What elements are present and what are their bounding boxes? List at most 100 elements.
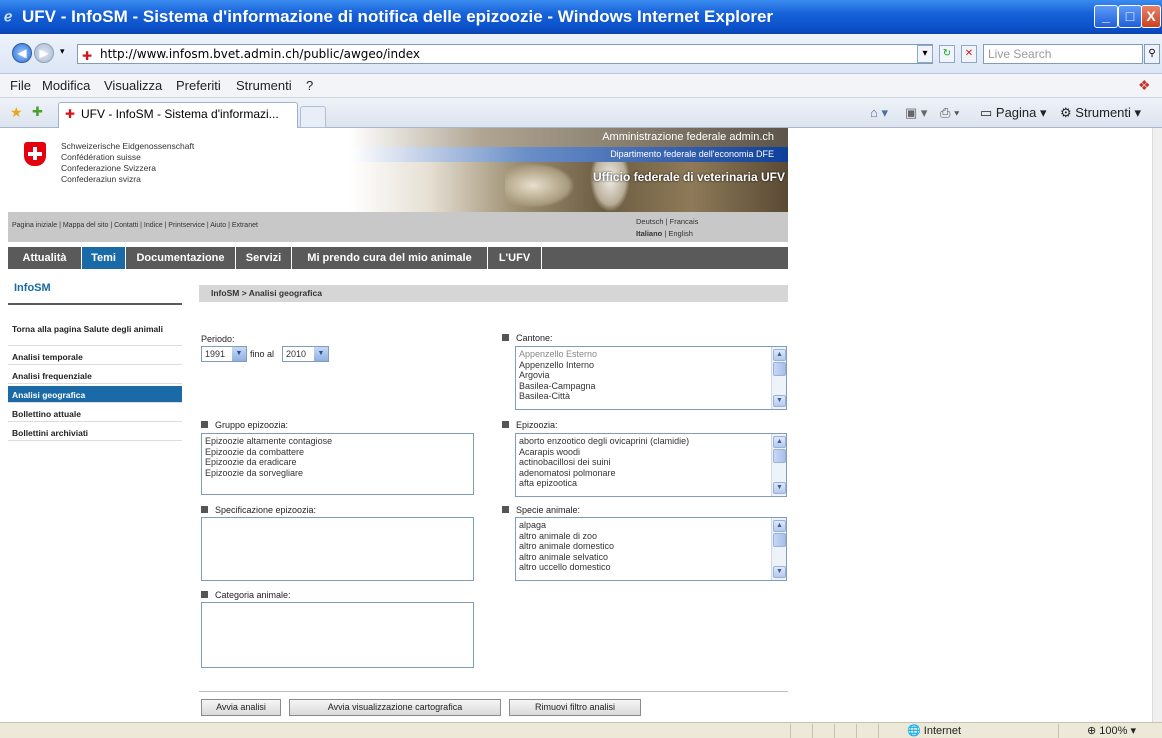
swiss-cross-icon	[24, 142, 46, 166]
menu-strumenti[interactable]: Strumenti	[236, 78, 292, 93]
minimize-button[interactable]: _	[1094, 5, 1118, 28]
home-icon[interactable]: ⌂ ▾	[870, 105, 888, 121]
bullet-icon	[502, 334, 509, 341]
add-favorite-icon[interactable]: ✚	[32, 104, 43, 120]
stop-icon[interactable]: ✕	[961, 45, 977, 63]
menu-file[interactable]: File	[10, 78, 31, 93]
list-item[interactable]: Epizoozie da combattere	[205, 447, 470, 458]
list-item[interactable]: adenomatosi polmonare	[519, 468, 783, 479]
sidebar-item-temporale[interactable]: Analisi temporale	[8, 348, 182, 365]
list-item[interactable]: altro animale domestico	[519, 541, 783, 552]
sidebar-item-geografica[interactable]: Analisi geografica	[8, 386, 182, 403]
menu-modifica[interactable]: Modifica	[42, 78, 90, 93]
sidebar-item-salute[interactable]: Torna alla pagina Salute degli animali	[8, 322, 182, 346]
status-segment	[856, 724, 878, 738]
list-item[interactable]: afta epizootica	[519, 478, 783, 489]
page-scrollbar[interactable]	[1152, 128, 1162, 722]
scroll-thumb[interactable]	[773, 533, 786, 547]
status-segment	[812, 724, 834, 738]
list-item[interactable]: altro uccello domestico	[519, 562, 783, 573]
list-item[interactable]: Basilea-Campagna	[519, 381, 783, 392]
list-item[interactable]: actinobacillosi dei suini	[519, 457, 783, 468]
list-item[interactable]: Acarapis woodi	[519, 447, 783, 458]
feeds-icon[interactable]: ▣ ▾	[905, 105, 927, 121]
site-favicon-icon: ✚	[82, 49, 93, 63]
cantone-label: Cantone:	[502, 333, 553, 343]
sidebar-item-frequenziale[interactable]: Analisi frequenziale	[8, 367, 182, 384]
forward-icon[interactable]: ▶	[34, 43, 54, 63]
zoom-control[interactable]: ⊕ 100% ▾	[1058, 724, 1162, 738]
tools-menu-button[interactable]: ⚙ Strumenti ▾	[1060, 105, 1141, 121]
list-item[interactable]: Basilea-Città	[519, 391, 783, 402]
scroll-down-icon[interactable]: ▼	[773, 395, 786, 407]
window-title-bar[interactable]: ℯ UFV - InfoSM - Sistema d'informazione …	[0, 0, 1162, 34]
search-icon[interactable]: ⚲	[1144, 44, 1160, 64]
list-item[interactable]: aborto enzootico degli ovicaprini (clami…	[519, 436, 783, 447]
page-menu-button[interactable]: ▭ Pagina ▾	[980, 105, 1047, 121]
listbox-scrollbar[interactable]: ▲ ▼	[771, 434, 786, 496]
nav-temi[interactable]: Temi	[82, 247, 126, 269]
language-links-de-fr[interactable]: Deutsch | Francais	[636, 216, 698, 228]
menu-preferiti[interactable]: Preferiti	[176, 78, 221, 93]
year-from-select[interactable]: 1991 ▼	[201, 346, 247, 362]
admin-link[interactable]: Amministrazione federale admin.ch	[350, 128, 788, 147]
refresh-icon[interactable]: ↻	[939, 45, 955, 63]
maximize-button[interactable]: □	[1118, 5, 1142, 28]
scroll-up-icon[interactable]: ▲	[773, 520, 786, 532]
favorites-star-icon[interactable]: ★	[10, 104, 23, 121]
categoria-listbox[interactable]	[201, 602, 474, 668]
new-tab-button[interactable]	[300, 106, 326, 128]
list-item[interactable]: Epizoozie da sorvegliare	[205, 468, 470, 479]
scroll-thumb[interactable]	[773, 449, 786, 463]
sidebar-item-bollettino[interactable]: Bollettino attuale	[8, 405, 182, 422]
fino-al-label: fino al	[250, 349, 275, 359]
chevron-down-icon: ▼	[232, 347, 246, 361]
ie-logo-icon: ℯ	[4, 8, 13, 24]
start-analysis-button[interactable]: Avvia analisi	[201, 699, 281, 716]
sidebar-item-archiviati[interactable]: Bollettini archiviati	[8, 424, 182, 441]
menu-visualizza[interactable]: Visualizza	[104, 78, 162, 93]
address-input[interactable]: ✚ http://www.infosm.bvet.admin.ch/public…	[77, 44, 933, 64]
cantone-listbox[interactable]: Appenzello Esterno Appenzello Interno Ar…	[515, 346, 787, 410]
bullet-icon	[502, 421, 509, 428]
specificazione-listbox[interactable]	[201, 517, 474, 581]
print-icon[interactable]: ⎙ ▾	[940, 105, 959, 121]
scroll-up-icon[interactable]: ▲	[773, 349, 786, 361]
list-item[interactable]: Epizoozie altamente contagiose	[205, 436, 470, 447]
list-item[interactable]: altro animale selvatico	[519, 552, 783, 563]
list-item[interactable]: altro animale di zoo	[519, 531, 783, 542]
security-zone[interactable]: 🌐 Internet	[878, 724, 1058, 738]
close-button[interactable]: X	[1141, 5, 1161, 28]
tab-active[interactable]: ✚ UFV - InfoSM - Sistema d'informazi...	[58, 102, 298, 128]
epizoozia-listbox[interactable]: aborto enzootico degli ovicaprini (clami…	[515, 433, 787, 497]
address-dropdown-icon[interactable]: ▾	[917, 45, 933, 63]
nav-lufv[interactable]: L'UFV	[488, 247, 542, 269]
specie-listbox[interactable]: alpaga altro animale di zoo altro animal…	[515, 517, 787, 581]
remove-filter-button[interactable]: Rimuovi filtro analisi	[509, 699, 641, 716]
list-item[interactable]: Appenzello Esterno	[519, 349, 783, 360]
listbox-scrollbar[interactable]: ▲ ▼	[771, 518, 786, 580]
scroll-down-icon[interactable]: ▼	[773, 482, 786, 494]
gruppo-listbox[interactable]: Epizoozie altamente contagiose Epizoozie…	[201, 433, 474, 495]
history-dropdown-icon[interactable]: ▾	[60, 46, 65, 57]
listbox-scrollbar[interactable]: ▲ ▼	[771, 347, 786, 409]
scroll-up-icon[interactable]: ▲	[773, 436, 786, 448]
list-item[interactable]: Argovia	[519, 370, 783, 381]
scroll-down-icon[interactable]: ▼	[773, 566, 786, 578]
menu-help[interactable]: ?	[306, 78, 313, 93]
nav-servizi[interactable]: Servizi	[236, 247, 292, 269]
start-map-button[interactable]: Avvia visualizzazione cartografica	[289, 699, 501, 716]
list-item[interactable]: Appenzello Interno	[519, 360, 783, 371]
utility-links[interactable]: Pagina iniziale | Mappa del sito | Conta…	[12, 222, 258, 229]
year-to-select[interactable]: 2010 ▼	[282, 346, 329, 362]
nav-attualita[interactable]: Attualità	[8, 247, 82, 269]
status-bar: 🌐 Internet ⊕ 100% ▾	[0, 722, 1162, 738]
search-input[interactable]: Live Search	[983, 44, 1143, 64]
list-item[interactable]: Epizoozie da eradicare	[205, 457, 470, 468]
language-link-en[interactable]: | English	[662, 229, 693, 238]
nav-documentazione[interactable]: Documentazione	[126, 247, 236, 269]
nav-mi-prendo-cura[interactable]: Mi prendo cura del mio animale	[292, 247, 488, 269]
list-item[interactable]: alpaga	[519, 520, 783, 531]
back-icon[interactable]: ◀	[12, 43, 32, 63]
scroll-thumb[interactable]	[773, 362, 786, 376]
